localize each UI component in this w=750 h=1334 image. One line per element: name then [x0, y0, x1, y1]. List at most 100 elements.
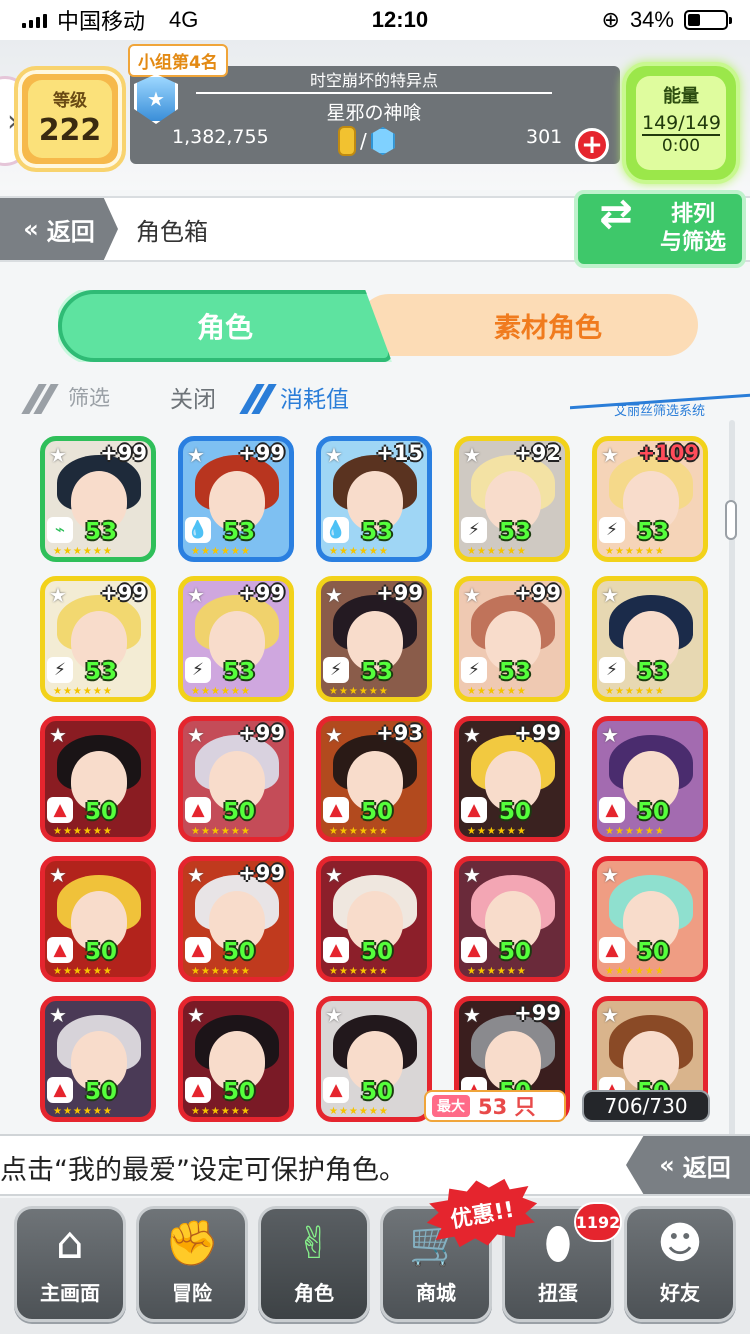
rarity-stars: ★★★★★★ — [467, 686, 527, 697]
rarity-stars: ★★★★★★ — [329, 546, 389, 557]
character-card[interactable]: ★ ▲ 50★★★★★★ — [40, 716, 156, 842]
sort-filter-label-2: 与筛选 — [659, 230, 726, 255]
gacha-count-badge: 1192 — [574, 1202, 622, 1242]
max-tag: 最大 — [432, 1095, 470, 1117]
favorite-star-icon: ★ — [463, 1003, 481, 1027]
sort-filter-button[interactable]: ⇄ 排列 与筛选 — [574, 190, 746, 268]
favorite-star-icon: ★ — [463, 443, 481, 467]
fire-element-icon: ▲ — [185, 797, 211, 823]
nav-friends[interactable]: ☻ 好友 — [624, 1206, 736, 1322]
network-type: 4G — [169, 7, 199, 32]
character-card[interactable]: ★ +15 💧 53 ★★★★★★ — [316, 436, 432, 562]
sort-by-cost[interactable]: 消耗值 — [280, 380, 349, 414]
favorite-star-icon: ★ — [187, 583, 205, 607]
filter-label: 筛选 — [68, 386, 110, 410]
level-box[interactable]: 等级 222 — [14, 66, 126, 172]
character-level: 53 — [637, 659, 670, 685]
character-level: 50 — [223, 799, 256, 825]
plus-value: +109 — [637, 441, 699, 465]
category-tabs: 素材角色 角色 — [58, 290, 698, 362]
character-card[interactable]: ★ +92 ⚡ 53 ★★★★★★ — [454, 436, 570, 562]
top-header: › 等级 222 小组第4名 ★ 时空崩坏的特异点 星邪の神喰 1,382,75… — [0, 40, 750, 190]
favorite-star-icon: ★ — [463, 863, 481, 887]
favorite-star-icon: ★ — [325, 443, 343, 467]
character-card[interactable]: ★ +99 ⚡ 53 ★★★★★★ — [178, 576, 294, 702]
rarity-stars: ★★★★★★ — [191, 1106, 251, 1117]
max-count: 53 只 — [478, 1095, 536, 1119]
nav-handshake[interactable]: ✊ 冒险 — [136, 1206, 248, 1322]
signal-icon — [22, 12, 47, 28]
back-label: 返回 — [682, 1153, 731, 1182]
character-card[interactable]: ★ +99 ⌁ 53 ★★★★★★ — [40, 436, 156, 562]
filter-toggle[interactable]: 关闭 — [170, 380, 216, 414]
rarity-stars: ★★★★★★ — [467, 546, 527, 557]
character-card[interactable]: ★ ▲ 50★★★★★★ — [40, 996, 156, 1122]
favorite-star-icon: ★ — [187, 723, 205, 747]
favorite-star-icon: ★ — [49, 443, 67, 467]
character-card[interactable]: ★ +99 ⚡ 53 ★★★★★★ — [40, 576, 156, 702]
character-card[interactable]: ★ ▲ 50★★★★★★ — [592, 716, 708, 842]
fire-element-icon: ▲ — [461, 937, 487, 963]
tab-material[interactable]: 素材角色 — [358, 294, 698, 356]
nav-bunny[interactable]: ✌ 角色 — [258, 1206, 370, 1322]
double-chevron-left-icon: « — [23, 215, 39, 243]
energy-timer: 0:00 — [661, 136, 701, 156]
character-card[interactable]: ★ ▲ 50★★★★★★ — [178, 996, 294, 1122]
character-card[interactable]: ★ +93 ▲ 50 ★★★★★★ — [316, 716, 432, 842]
character-card[interactable]: ★ +99 ⚡ 53 ★★★★★★ — [454, 576, 570, 702]
level-value: 222 — [38, 113, 102, 148]
nav-label: 冒险 — [172, 1281, 212, 1305]
energy-label: 能量 — [663, 86, 699, 107]
favorite-star-icon: ★ — [601, 863, 619, 887]
water-element-icon: 💧 — [323, 517, 349, 543]
character-card[interactable]: ★ +99 ▲ 50★★★★★★ — [178, 856, 294, 982]
max-count-badge: 最大 53 只 — [424, 1090, 566, 1122]
plus-value: +99 — [238, 861, 285, 885]
favorite-star-icon: ★ — [49, 863, 67, 887]
character-level: 50 — [85, 799, 118, 825]
character-level: 50 — [637, 799, 670, 825]
character-level: 50 — [223, 1079, 256, 1105]
character-level: 53 — [361, 519, 394, 545]
back-button[interactable]: « 返回 — [0, 198, 118, 260]
thunder-element-icon: ⚡ — [323, 657, 349, 683]
box-capacity: 706/730 — [582, 1090, 710, 1122]
character-card[interactable]: ★ ▲ 50★★★★★★ — [316, 996, 432, 1122]
rarity-stars: ★★★★★★ — [191, 826, 251, 837]
rarity-stars: ★★★★★★ — [53, 826, 113, 837]
gem-amount: 301 — [526, 126, 563, 148]
favorite-star-icon: ★ — [187, 863, 205, 887]
plus-value: +99 — [238, 581, 285, 605]
favorite-star-icon: ★ — [187, 1003, 205, 1027]
character-card[interactable]: ★ +99 ▲ 50★★★★★★ — [178, 716, 294, 842]
character-card[interactable]: ★ +99 💧 53 ★★★★★★ — [178, 436, 294, 562]
character-level: 53 — [85, 659, 118, 685]
energy-box[interactable]: 能量 149/149 0:00 — [622, 62, 740, 184]
coin-amount: 1,382,755 — [172, 126, 269, 148]
plus-value: +92 — [514, 441, 561, 465]
rarity-stars: ★★★★★★ — [53, 686, 113, 697]
character-card[interactable]: ★ +99 ▲ 50★★★★★★ — [454, 716, 570, 842]
character-card[interactable]: ★ +109 ⚡ 53 ★★★★★★ — [592, 436, 708, 562]
character-card[interactable]: ★ ▲ 50★★★★★★ — [316, 856, 432, 982]
character-card[interactable]: ★ +99 ⚡ 53 ★★★★★★ — [316, 576, 432, 702]
nav-home[interactable]: ⌂ 主画面 — [14, 1206, 126, 1322]
character-card[interactable]: ★ ⚡ 53 ★★★★★★ — [592, 576, 708, 702]
rarity-stars: ★★★★★★ — [605, 826, 665, 837]
tab-character[interactable]: 角色 — [58, 290, 392, 362]
rarity-stars: ★★★★★★ — [467, 966, 527, 977]
character-card[interactable]: ★ ▲ 50★★★★★★ — [454, 856, 570, 982]
scrollbar-thumb[interactable] — [725, 500, 737, 540]
bottom-back-button[interactable]: « 返回 — [626, 1136, 750, 1194]
favorite-star-icon: ★ — [601, 1003, 619, 1027]
character-level: 50 — [361, 1079, 394, 1105]
character-card[interactable]: ★ ▲ 50★★★★★★ — [592, 856, 708, 982]
character-grid: ★ +99 ⌁ 53 ★★★★★★ ★ +99 💧 53 ★★★★★★ ★ +15 💧 53 ★★★★★★ ★… — [36, 432, 726, 1132]
character-card[interactable]: ★ ▲ 50★★★★★★ — [40, 856, 156, 982]
bunny-icon: ✌ — [295, 1217, 333, 1269]
thunder-element-icon: ⚡ — [461, 657, 487, 683]
bottom-nav: ⌂ 主画面 ✊ 冒险 ✌ 角色 🛒 商城 ⬮ 扭蛋 ☻ 好友 — [0, 1198, 750, 1334]
battery-percent: 34% — [629, 7, 674, 32]
rarity-stars: ★★★★★★ — [53, 546, 113, 557]
buy-gems-button[interactable]: + — [575, 128, 609, 162]
